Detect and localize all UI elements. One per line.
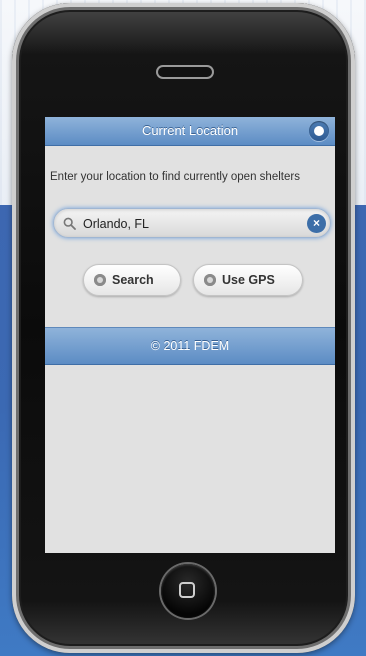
search-field[interactable]: ×	[53, 208, 331, 238]
page-title: Current Location	[141, 123, 239, 138]
home-button[interactable]	[161, 564, 215, 618]
footer-copyright: © 2011 FDEM	[150, 339, 230, 353]
search-button-label: Search	[112, 273, 154, 287]
search-button[interactable]: Search	[83, 264, 181, 296]
phone-screen: Current Location Enter your location to …	[45, 117, 335, 553]
header-info-button[interactable]	[309, 121, 329, 141]
search-icon	[63, 217, 76, 230]
footer-bar: © 2011 FDEM	[45, 327, 335, 365]
circle-icon	[94, 274, 106, 286]
use-gps-button-label: Use GPS	[222, 273, 275, 287]
use-gps-button[interactable]: Use GPS	[193, 264, 303, 296]
earpiece-speaker	[158, 67, 212, 77]
search-input[interactable]	[83, 215, 293, 233]
home-square-icon	[179, 582, 195, 598]
info-dot-icon	[314, 126, 324, 136]
instructions-text: Enter your location to find currently op…	[50, 171, 300, 183]
header-bar: Current Location	[45, 117, 335, 146]
clear-icon[interactable]: ×	[307, 214, 326, 233]
circle-icon	[204, 274, 216, 286]
